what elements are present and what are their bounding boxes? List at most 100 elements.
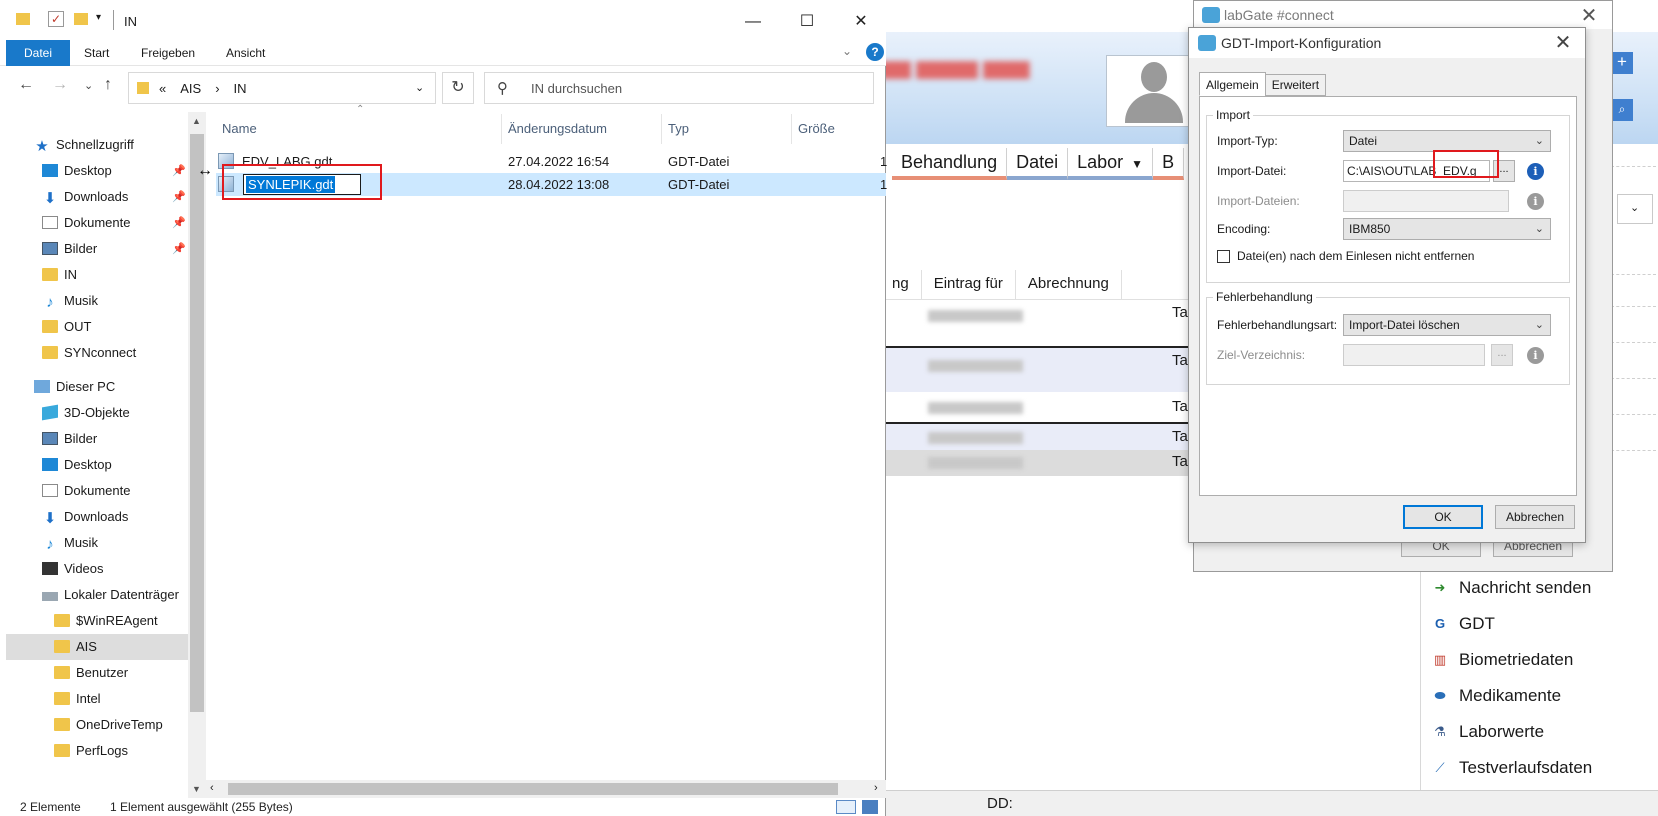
- pin-icon[interactable]: 📌: [172, 242, 186, 255]
- sidebar-item-winreagent[interactable]: $WinREAgent: [54, 608, 158, 634]
- ok-button[interactable]: OK: [1403, 505, 1483, 529]
- column-size[interactable]: Größe: [792, 114, 886, 144]
- recent-locations-icon[interactable]: ⌄: [84, 79, 93, 92]
- keep-files-checkbox[interactable]: [1217, 250, 1230, 263]
- sidebar-item-benutzer[interactable]: Benutzer: [54, 660, 128, 686]
- scroll-right-icon[interactable]: ›: [874, 782, 878, 794]
- breadcrumb-overflow[interactable]: «: [159, 81, 166, 96]
- pin-icon[interactable]: 📌: [172, 164, 186, 177]
- sidebar-item-desktop-pc[interactable]: Desktop: [42, 452, 112, 478]
- tab-start[interactable]: Start: [72, 40, 121, 66]
- action-testverlaufsdaten[interactable]: ⟋ Testverlaufsdaten: [1429, 750, 1658, 786]
- new-folder-icon[interactable]: [74, 13, 88, 25]
- add-icon[interactable]: +: [1611, 52, 1633, 74]
- column-type[interactable]: Typ: [662, 114, 792, 144]
- maximize-icon[interactable]: ☐: [780, 0, 834, 44]
- up-icon[interactable]: ↑: [104, 76, 112, 94]
- breadcrumb-ais[interactable]: AIS: [180, 81, 201, 96]
- close-icon[interactable]: ✕: [1547, 30, 1579, 55]
- tab-labor[interactable]: Labor ▼: [1068, 148, 1154, 180]
- search-input[interactable]: ⚲ IN durchsuchen: [484, 72, 874, 104]
- pin-icon[interactable]: 📌: [172, 216, 186, 229]
- action-medikamente[interactable]: ⬬ Medikamente: [1429, 678, 1658, 714]
- th-eintrag[interactable]: Eintrag für: [922, 270, 1016, 300]
- scroll-up-icon[interactable]: ▲: [192, 116, 201, 126]
- sidebar-item-pictures-pc[interactable]: Bilder: [42, 426, 97, 452]
- sidebar-scrollbar[interactable]: ▲ ▼: [188, 112, 206, 798]
- tab-allgemein[interactable]: Allgemein: [1199, 72, 1266, 96]
- close-icon[interactable]: ✕: [1574, 3, 1604, 28]
- th-partial[interactable]: ng: [880, 270, 922, 300]
- sidebar-item-3d-objects[interactable]: 3D-Objekte: [42, 400, 130, 426]
- action-biometriedaten[interactable]: ▥ Biometriedaten: [1429, 642, 1658, 678]
- gdt-titlebar[interactable]: GDT-Import-Konfiguration ✕: [1189, 28, 1585, 58]
- horizontal-scrollbar[interactable]: ‹ ›: [206, 780, 886, 798]
- expand-ribbon-icon[interactable]: ⌄: [842, 44, 852, 58]
- row-cell: Ta: [1172, 304, 1188, 321]
- sidebar-item-this-pc[interactable]: Dieser PC: [34, 374, 115, 400]
- chevron-down-icon[interactable]: ⌄: [415, 81, 424, 94]
- column-name[interactable]: Name: [216, 114, 502, 144]
- panel-select[interactable]: ⌄: [1617, 194, 1653, 224]
- music-icon: ♪: [46, 536, 54, 553]
- sidebar-item-local-disk[interactable]: Lokaler Datenträger: [42, 582, 179, 608]
- sidebar-item-quick-access[interactable]: ★ Schnellzugriff: [34, 132, 134, 158]
- sidebar-item-videos[interactable]: Videos: [42, 556, 104, 582]
- import-type-select[interactable]: Datei ⌄: [1343, 130, 1551, 152]
- properties-icon[interactable]: ✓: [48, 11, 64, 27]
- sidebar-item-perflogs[interactable]: PerfLogs: [54, 738, 128, 764]
- action-gdt[interactable]: G GDT: [1429, 606, 1658, 642]
- labgate-titlebar[interactable]: labGate #connect ✕: [1194, 1, 1612, 29]
- error-mode-select[interactable]: Import-Datei löschen ⌄: [1343, 314, 1551, 336]
- refresh-icon[interactable]: ↻: [442, 72, 474, 104]
- tab-b[interactable]: B: [1153, 148, 1185, 180]
- tab-freigeben[interactable]: Freigeben: [129, 40, 207, 66]
- pin-icon[interactable]: 📌: [172, 190, 186, 203]
- sidebar-item-onedrivetemp[interactable]: OneDriveTemp: [54, 712, 163, 738]
- close-icon[interactable]: ✕: [834, 0, 888, 44]
- breadcrumb-in[interactable]: IN: [234, 81, 247, 96]
- sidebar-item-downloads-pc[interactable]: ⬇ Downloads: [42, 504, 129, 530]
- error-mode-value: Import-Datei löschen: [1349, 318, 1460, 332]
- th-abrechnung[interactable]: Abrechnung: [1016, 270, 1122, 300]
- tab-erweitert[interactable]: Erweitert: [1264, 74, 1327, 96]
- encoding-select[interactable]: IBM850 ⌄: [1343, 218, 1551, 240]
- sidebar-item-documents[interactable]: Dokumente: [42, 210, 130, 236]
- forward-icon[interactable]: →: [52, 76, 68, 94]
- sidebar-item-out[interactable]: OUT: [42, 314, 91, 340]
- large-icons-view-icon[interactable]: [862, 800, 878, 814]
- tab-behandlung[interactable]: Behandlung: [892, 148, 1008, 180]
- sidebar-item-ais[interactable]: AIS: [6, 634, 188, 660]
- customize-toolbar-icon[interactable]: ▾: [96, 12, 101, 23]
- info-icon[interactable]: i: [1527, 163, 1544, 180]
- scroll-down-icon[interactable]: ▼: [192, 784, 201, 794]
- sidebar-item-music[interactable]: ♪ Musik: [42, 288, 98, 314]
- search-icon[interactable]: ⌕: [1611, 99, 1633, 121]
- sidebar-item-synconnect[interactable]: SYNconnect: [42, 340, 136, 366]
- action-label: GDT: [1459, 614, 1495, 633]
- back-icon[interactable]: ←: [18, 76, 34, 94]
- sidebar-item-downloads[interactable]: ⬇ Downloads: [42, 184, 129, 210]
- tab-datei[interactable]: Datei: [1007, 148, 1069, 180]
- sidebar-item-music-pc[interactable]: ♪ Musik: [42, 530, 98, 556]
- help-icon[interactable]: ?: [866, 43, 884, 61]
- scrollbar-thumb[interactable]: [190, 134, 204, 712]
- column-date[interactable]: Änderungsdatum: [502, 114, 662, 144]
- explorer-titlebar[interactable]: ✓ ▾ IN — ☐ ✕: [0, 0, 886, 44]
- scrollbar-thumb[interactable]: [228, 783, 838, 795]
- chevron-down-icon: ⌄: [1534, 223, 1544, 235]
- minimize-icon[interactable]: —: [726, 0, 780, 44]
- tab-ansicht[interactable]: Ansicht: [214, 40, 277, 66]
- cancel-button[interactable]: Abbrechen: [1495, 505, 1575, 529]
- sidebar-item-pictures[interactable]: Bilder: [42, 236, 97, 262]
- sidebar-item-in[interactable]: IN: [42, 262, 77, 288]
- sidebar-item-intel[interactable]: Intel: [54, 686, 101, 712]
- sidebar-item-documents-pc[interactable]: Dokumente: [42, 478, 130, 504]
- action-nachricht-senden[interactable]: ➜ Nachricht senden: [1429, 570, 1658, 606]
- scroll-left-icon[interactable]: ‹: [210, 782, 214, 794]
- tab-datei[interactable]: Datei: [6, 40, 70, 66]
- details-view-icon[interactable]: [836, 800, 856, 814]
- sidebar-item-desktop[interactable]: Desktop: [42, 158, 112, 184]
- action-laborwerte[interactable]: ⚗ Laborwerte: [1429, 714, 1658, 750]
- address-bar[interactable]: « AIS › IN ⌄: [128, 72, 436, 104]
